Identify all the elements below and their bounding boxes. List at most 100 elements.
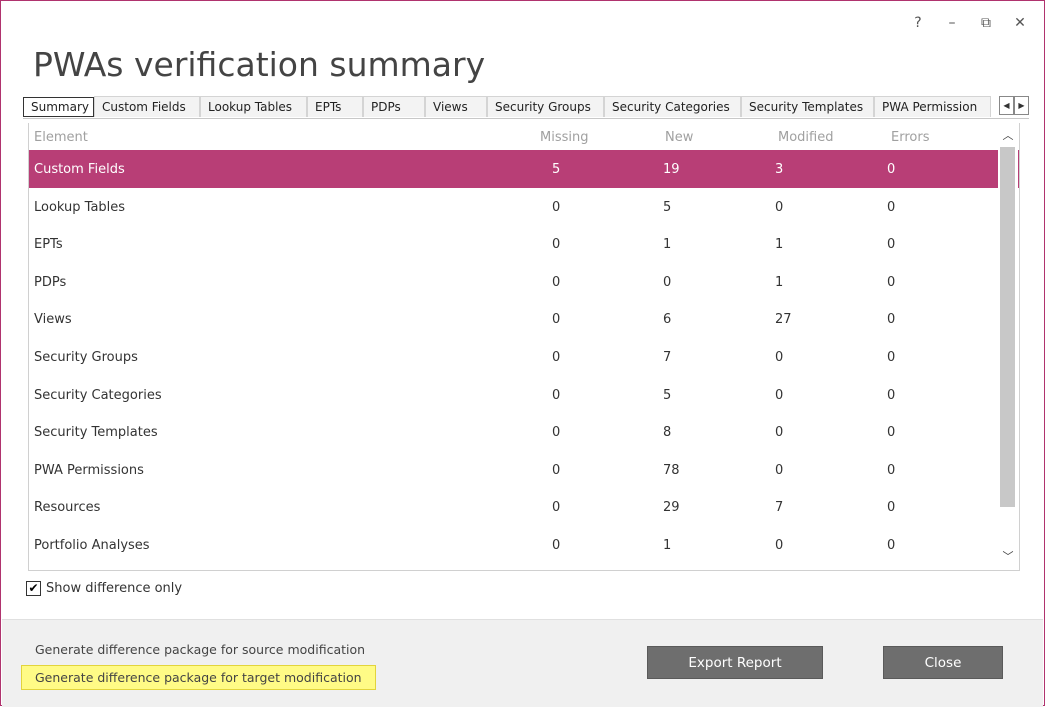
cell-element: PDPs — [34, 274, 67, 290]
cell-errors: 0 — [887, 162, 896, 177]
table-row[interactable]: Security Templates 0 8 0 0 — [29, 413, 1019, 451]
tab-pwa-permissions[interactable]: PWA Permission — [874, 96, 991, 117]
table-row[interactable]: Lookup Tables 0 5 0 0 — [29, 188, 1019, 226]
cell-errors: 0 — [887, 500, 896, 516]
tab-lookup-tables[interactable]: Lookup Tables — [200, 96, 307, 117]
window-controls: ? – ⧉ ✕ — [912, 15, 1026, 31]
table-row[interactable]: EPTs 0 1 1 0 — [29, 225, 1019, 263]
table-row[interactable]: Resources 0 29 7 0 — [29, 488, 1019, 526]
cell-modified: 27 — [775, 312, 792, 328]
cell-modified: 0 — [775, 425, 784, 441]
cell-new: 19 — [663, 162, 680, 177]
cell-new: 78 — [663, 462, 680, 478]
cell-missing: 0 — [552, 425, 561, 441]
cell-element: PWA Permissions — [34, 462, 144, 478]
scroll-up-icon[interactable]: ︿ — [998, 127, 1018, 145]
table-row[interactable]: Security Groups 0 7 0 0 — [29, 338, 1019, 376]
cell-modified: 1 — [775, 274, 784, 290]
close-icon[interactable]: ✕ — [1014, 15, 1026, 31]
cell-errors: 0 — [887, 387, 896, 403]
column-header-errors[interactable]: Errors — [891, 130, 929, 145]
cell-errors: 0 — [887, 312, 896, 328]
tab-custom-fields[interactable]: Custom Fields — [94, 96, 200, 117]
tab-security-groups[interactable]: Security Groups — [487, 96, 604, 117]
close-button[interactable]: Close — [883, 646, 1003, 679]
tab-views[interactable]: Views — [425, 96, 487, 117]
cell-new: 1 — [663, 237, 672, 253]
cell-modified: 3 — [775, 162, 784, 177]
cell-new: 7 — [663, 349, 672, 365]
show-difference-toggle[interactable]: ✔ Show difference only — [26, 581, 182, 596]
cell-modified: 7 — [775, 500, 784, 516]
cell-element: EPTs — [34, 237, 63, 253]
cell-modified: 0 — [775, 349, 784, 365]
footer-panel: Generate difference package for source m… — [2, 619, 1043, 707]
tab-security-templates[interactable]: Security Templates — [741, 96, 874, 117]
scroll-down-icon[interactable]: ﹀ — [998, 548, 1018, 566]
cell-missing: 0 — [552, 349, 561, 365]
column-header-missing[interactable]: Missing — [540, 130, 588, 145]
cell-errors: 0 — [887, 462, 896, 478]
cell-new: 0 — [663, 274, 672, 290]
generate-source-package-link[interactable]: Generate difference package for source m… — [35, 642, 365, 657]
dialog-window: ? – ⧉ ✕ PWAs verification summary Summar… — [0, 0, 1045, 707]
column-header-element[interactable]: Element — [34, 130, 88, 145]
cell-missing: 0 — [552, 500, 561, 516]
column-header-new[interactable]: New — [665, 130, 693, 145]
cell-element: Views — [34, 312, 72, 328]
tab-scroll-left-icon[interactable]: ◀ — [999, 96, 1014, 115]
cell-missing: 0 — [552, 312, 561, 328]
cell-element: Portfolio Analyses — [34, 537, 150, 553]
table-row[interactable]: Views 0 6 27 0 — [29, 300, 1019, 338]
cell-new: 5 — [663, 387, 672, 403]
column-header-modified[interactable]: Modified — [778, 130, 833, 145]
grid-body: Custom Fields 5 19 3 0 Lookup Tables 0 5 0 0 EPTs 0… — [29, 150, 1019, 564]
table-row[interactable]: PWA Permissions 0 78 0 0 — [29, 451, 1019, 489]
tab-epts[interactable]: EPTs — [307, 96, 363, 117]
cell-missing: 0 — [552, 387, 561, 403]
cell-missing: 0 — [552, 462, 561, 478]
cell-new: 6 — [663, 312, 672, 328]
scroll-thumb[interactable] — [1000, 147, 1015, 507]
cell-errors: 0 — [887, 425, 896, 441]
tab-summary[interactable]: Summary — [23, 97, 94, 117]
tab-pdps[interactable]: PDPs — [363, 96, 425, 117]
cell-missing: 0 — [552, 537, 561, 553]
cell-new: 8 — [663, 425, 672, 441]
generate-target-package-link[interactable]: Generate difference package for target m… — [21, 665, 376, 690]
cell-modified: 0 — [775, 462, 784, 478]
cell-errors: 0 — [887, 274, 896, 290]
cell-modified: 0 — [775, 387, 784, 403]
cell-errors: 0 — [887, 199, 896, 215]
restore-icon[interactable]: ⧉ — [980, 15, 992, 31]
summary-grid: Element Missing New Modified Errors Cust… — [28, 123, 1020, 571]
cell-new: 5 — [663, 199, 672, 215]
cell-element: Resources — [34, 500, 101, 516]
minimize-icon[interactable]: – — [946, 15, 958, 31]
tab-scroll-right-icon[interactable]: ▶ — [1014, 96, 1029, 115]
tab-security-categories[interactable]: Security Categories — [604, 96, 741, 117]
cell-element: Security Templates — [34, 425, 158, 441]
table-row[interactable]: Portfolio Analyses 0 1 0 0 — [29, 526, 1019, 564]
table-row[interactable]: Custom Fields 5 19 3 0 — [29, 150, 1019, 188]
page-title: PWAs verification summary — [33, 45, 486, 84]
cell-modified: 0 — [775, 537, 784, 553]
cell-missing: 0 — [552, 237, 561, 253]
cell-modified: 0 — [775, 199, 784, 215]
cell-missing: 0 — [552, 274, 561, 290]
show-difference-checkbox[interactable]: ✔ — [26, 581, 41, 596]
help-icon[interactable]: ? — [912, 15, 924, 31]
cell-missing: 0 — [552, 199, 561, 215]
vertical-scrollbar[interactable]: ︿ ﹀ — [998, 123, 1018, 570]
cell-element: Security Categories — [34, 387, 162, 403]
show-difference-label: Show difference only — [46, 581, 183, 596]
table-row[interactable]: Security Categories 0 5 0 0 — [29, 376, 1019, 414]
cell-element: Security Groups — [34, 349, 138, 365]
cell-new: 29 — [663, 500, 680, 516]
table-row[interactable]: PDPs 0 0 1 0 — [29, 263, 1019, 301]
cell-missing: 5 — [552, 162, 561, 177]
cell-errors: 0 — [887, 349, 896, 365]
export-report-button[interactable]: Export Report — [647, 646, 823, 679]
cell-errors: 0 — [887, 537, 896, 553]
tab-strip: Summary Custom Fields Lookup Tables EPTs… — [23, 96, 1029, 119]
